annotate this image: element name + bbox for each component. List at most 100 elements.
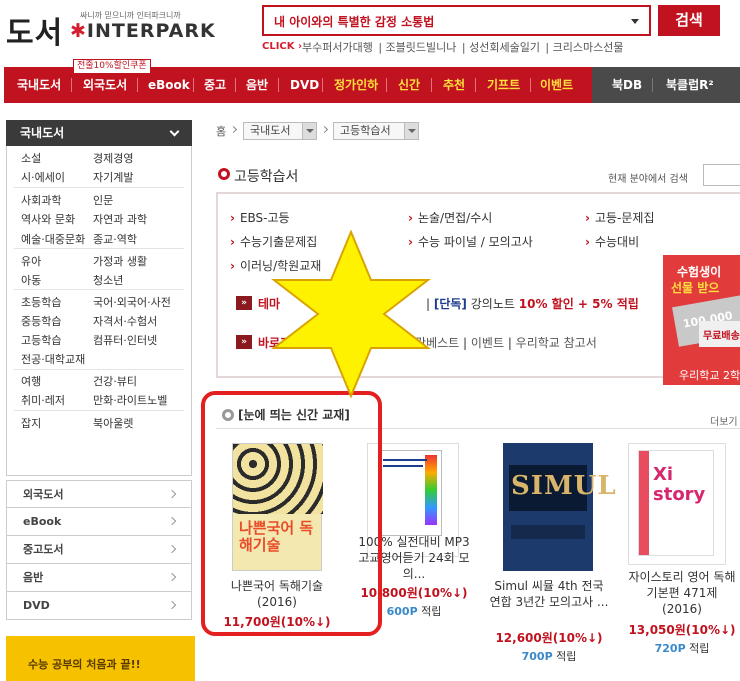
dropdown-arrow-icon <box>302 123 316 139</box>
sidebar-item[interactable]: 취미·레저 <box>21 392 65 408</box>
sidebar-foreign-books[interactable]: 외국도서 <box>6 480 192 508</box>
coupon-badge[interactable]: 전줄10%할인쿠폰 <box>73 59 151 74</box>
nav-divider <box>71 78 72 92</box>
sidebar-item[interactable]: 소설 <box>21 150 41 166</box>
sidebar-item[interactable]: 역사와 문화 <box>21 211 75 227</box>
sidebar-item[interactable]: 여행 <box>21 373 41 389</box>
hot-link[interactable]: 성선회세술일기 <box>469 41 540 54</box>
dropdown-arrow-icon <box>404 123 418 139</box>
breadcrumb-level1-select[interactable]: 국내도서 <box>243 122 317 140</box>
book-point: 720P 적립 <box>654 642 710 655</box>
book-title[interactable]: 자이스토리 영어 독해 기본편 471제 (2016) <box>626 569 738 617</box>
book-cover-3[interactable]: SIMUL <box>503 443 616 571</box>
sidebar-header[interactable]: 국내도서 <box>6 120 192 146</box>
banner-bottom-text: 우리학교 2학 <box>679 369 740 382</box>
hot-links: 부수퍼서가대행 | 조블릿드빌니나 | 성선회세술일기 | 크리스마스선물 <box>302 41 624 54</box>
breadcrumb-level2-select[interactable]: 고등학습서 <box>333 122 419 140</box>
search-select[interactable]: 내 아이와의 특별한 감정 소통법 <box>262 5 651 36</box>
sidebar-item[interactable]: 청소년 <box>93 272 123 288</box>
cover-line <box>383 465 423 467</box>
nav-gift[interactable]: 기프트 <box>487 67 520 103</box>
book-price: 13,050원(10%↓) <box>628 623 736 637</box>
sidebar-banner[interactable]: 수능 공부의 처음과 끝!! <box>6 636 195 681</box>
chevron-right-icon <box>167 489 177 499</box>
cover-title: Xi story <box>653 464 706 505</box>
nav-bookdb[interactable]: 북DB <box>612 67 642 103</box>
star-annotation-icon <box>271 229 431 399</box>
dropdown-arrow-icon <box>631 19 639 24</box>
sidebar-item[interactable]: 잡지 <box>21 415 41 431</box>
sidebar-divider <box>14 187 184 188</box>
sidebar-item[interactable]: 가정과 생활 <box>93 253 147 269</box>
sidebar-item[interactable]: 경제경영 <box>93 150 133 166</box>
nav-ebook[interactable]: eBook <box>148 67 190 103</box>
interpark-logo[interactable]: ✱INTERPARK <box>70 20 216 42</box>
sidebar-item[interactable]: 종교·역학 <box>93 231 137 247</box>
category-link[interactable]: 수능대비 <box>585 233 639 250</box>
book-cover-2[interactable] <box>378 450 442 536</box>
shortcut-school-books[interactable]: 우리학교 참고서 <box>516 336 597 350</box>
more-link[interactable]: 더보기 <box>710 413 738 428</box>
book-title[interactable]: Simul 씨뮬 4th 전국연합 3년간 모의고사 ... <box>489 578 609 610</box>
category-link[interactable]: EBS-고등 <box>230 209 290 226</box>
nav-divider <box>278 78 279 92</box>
hot-link[interactable]: 크리스마스선물 <box>553 41 624 54</box>
sidebar-dvd[interactable]: DVD <box>6 592 192 620</box>
chevron-right-icon <box>167 572 177 582</box>
click-label: CLICK › <box>262 41 303 52</box>
shortcut-event[interactable]: 이벤트 <box>471 336 504 350</box>
sidebar-used-books[interactable]: 중고도서 <box>6 536 192 564</box>
sidebar-item[interactable]: 국어·외국어·사전 <box>93 294 171 310</box>
sidebar-music[interactable]: 음반 <box>6 564 192 592</box>
nav-recommend[interactable]: 추천 <box>443 67 465 103</box>
nav-bookclub[interactable]: 북클럽R² <box>666 67 714 103</box>
double-arrow-icon: » <box>236 335 252 349</box>
cover-spine <box>639 451 649 555</box>
nav-divider <box>652 78 653 92</box>
category-link[interactable]: 고등-문제집 <box>585 209 655 226</box>
hot-link[interactable]: 부수퍼서가대행 <box>302 41 373 54</box>
chevron-right-icon <box>167 516 177 526</box>
nav-domestic-books[interactable]: 국내도서 <box>17 67 61 103</box>
sidebar-item[interactable]: 북아울렛 <box>93 415 133 431</box>
sidebar-item[interactable]: 시·에세이 <box>21 169 65 185</box>
breadcrumb-home[interactable]: 홈 <box>216 123 226 139</box>
sidebar-item[interactable]: 컴퓨터·인터넷 <box>93 332 157 348</box>
nav-event[interactable]: 이벤트 <box>540 67 573 103</box>
category-link[interactable]: 논술/면접/수시 <box>408 209 492 226</box>
sidebar-item[interactable]: 예술·대중문화 <box>21 231 85 247</box>
sidebar-item[interactable]: 고등학습 <box>21 332 61 348</box>
nav-divider <box>431 78 432 92</box>
book-cover-4[interactable]: Xi story <box>638 450 714 556</box>
promo-lecture-note[interactable]: | [단독] 강의노트 10% 할인 + 5% 적립 <box>426 295 639 312</box>
nav-new[interactable]: 신간 <box>398 67 420 103</box>
sidebar-divider <box>14 289 184 290</box>
nav-music[interactable]: 음반 <box>246 67 268 103</box>
sidebar-item[interactable]: 자기계발 <box>93 169 133 185</box>
cover-title: SIMUL <box>511 471 617 501</box>
search-button[interactable]: 검색 <box>658 5 720 36</box>
exam-gift-banner[interactable]: 수험생이 선물 받으 100,000 무료배송 우리학교 2학 <box>663 255 740 385</box>
sidebar-item[interactable]: 인문 <box>93 192 113 208</box>
sidebar-header-label: 국내도서 <box>20 126 65 140</box>
sidebar-item[interactable]: 자연과 과학 <box>93 211 147 227</box>
field-search-input[interactable] <box>703 164 740 186</box>
sidebar-item[interactable]: 중등학습 <box>21 313 61 329</box>
sidebar-item[interactable]: 아동 <box>21 272 41 288</box>
sidebar-item[interactable]: 전공·대학교재 <box>21 351 85 367</box>
sidebar-item[interactable]: 초등학습 <box>21 294 61 310</box>
sidebar-ebook[interactable]: eBook <box>6 508 192 536</box>
sidebar-item[interactable]: 사회과학 <box>21 192 61 208</box>
section-logo[interactable]: 도서 <box>6 8 63 52</box>
nav-price-cut[interactable]: 정가인하 <box>334 67 378 103</box>
book-price: 12,600원(10%↓) <box>495 631 603 645</box>
nav-dvd[interactable]: DVD <box>290 67 319 103</box>
sidebar-item[interactable]: 만화·라이트노벨 <box>93 392 167 408</box>
sidebar-item[interactable]: 건강·뷰티 <box>93 373 137 389</box>
sidebar-item[interactable]: 자격서·수험서 <box>93 313 157 329</box>
nav-used[interactable]: 중고 <box>204 67 226 103</box>
hot-link[interactable]: 조블릿드빌니나 <box>386 41 457 54</box>
cover-stripe <box>425 455 437 525</box>
sidebar-item[interactable]: 유아 <box>21 253 41 269</box>
search-query: 내 아이와의 특별한 감정 소통법 <box>274 15 435 29</box>
